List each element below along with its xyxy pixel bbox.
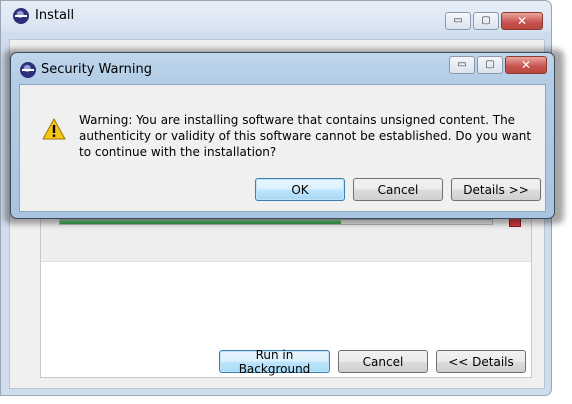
- details-button[interactable]: Details >>: [451, 178, 541, 201]
- minimize-button[interactable]: ▭: [445, 12, 471, 30]
- minimize-button[interactable]: ▭: [449, 56, 475, 74]
- maximize-button[interactable]: ▢: [473, 12, 499, 30]
- dialog-window-controls: ▭ ▢ ✕: [449, 56, 547, 74]
- close-button[interactable]: ✕: [505, 56, 547, 74]
- install-window-controls: ▭ ▢ ✕: [445, 12, 543, 30]
- dialog-titlebar[interactable]: Security Warning ▭ ▢ ✕: [11, 53, 554, 83]
- warning-message: Warning: You are installing software tha…: [79, 113, 532, 159]
- close-button[interactable]: ✕: [501, 12, 543, 30]
- eclipse-icon: [20, 62, 36, 78]
- list-item: [41, 219, 531, 262]
- dialog-content: Warning: You are installing software tha…: [19, 84, 546, 212]
- install-window-title: Install: [35, 8, 75, 23]
- run-in-background-button[interactable]: Run in Background: [219, 348, 330, 376]
- eclipse-icon: [13, 8, 29, 24]
- maximize-button[interactable]: ▢: [477, 56, 503, 74]
- install-titlebar[interactable]: Install ▭ ▢ ✕: [1, 1, 551, 31]
- ok-button[interactable]: OK: [255, 178, 345, 201]
- warning-icon: [42, 118, 66, 140]
- cancel-button[interactable]: Cancel: [353, 178, 443, 201]
- security-warning-dialog: Security Warning ▭ ▢ ✕ Warning: You are …: [10, 52, 555, 219]
- install-cancel-button[interactable]: Cancel: [338, 350, 428, 373]
- dialog-title: Security Warning: [41, 62, 152, 77]
- install-details-button[interactable]: << Details: [436, 350, 526, 373]
